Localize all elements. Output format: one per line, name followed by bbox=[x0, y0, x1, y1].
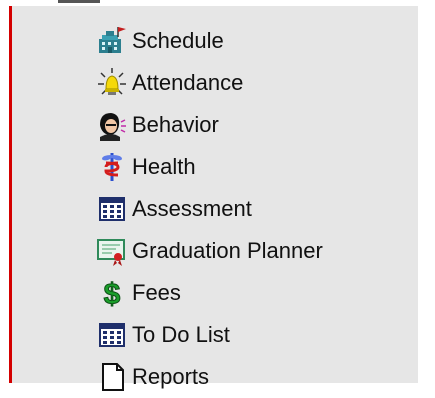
attendance-icon bbox=[96, 67, 128, 99]
menu-item-label: Graduation Planner bbox=[132, 238, 323, 263]
top-tab-edge bbox=[58, 0, 100, 3]
schedule-icon bbox=[96, 25, 128, 57]
health-icon bbox=[96, 151, 128, 183]
menu-item-label: Assessment bbox=[132, 196, 252, 221]
assessment-icon bbox=[96, 193, 128, 225]
graduation-planner-icon bbox=[96, 235, 128, 267]
menu-item-to-do-list[interactable]: To Do List bbox=[96, 314, 323, 356]
menu-item-label: Health bbox=[132, 154, 196, 179]
navigation-panel: Schedule Attendance Behavior Health Asse… bbox=[0, 0, 435, 391]
menu-background: Schedule Attendance Behavior Health Asse… bbox=[12, 6, 418, 391]
reports-icon bbox=[96, 361, 128, 393]
svg-text:$: $ bbox=[104, 278, 121, 309]
menu-item-label: To Do List bbox=[132, 322, 230, 347]
menu-item-fees[interactable]: $ Fees bbox=[96, 272, 323, 314]
menu-item-label: Fees bbox=[132, 280, 181, 305]
menu-item-schedule[interactable]: Schedule bbox=[96, 20, 323, 62]
side-menu: Schedule Attendance Behavior Health Asse… bbox=[96, 20, 323, 398]
menu-item-attendance[interactable]: Attendance bbox=[96, 62, 323, 104]
fees-icon: $ bbox=[96, 277, 128, 310]
behavior-icon bbox=[96, 109, 128, 141]
menu-item-label: Schedule bbox=[132, 28, 224, 53]
menu-item-label: Behavior bbox=[132, 112, 219, 137]
menu-item-assessment[interactable]: Assessment bbox=[96, 188, 323, 230]
menu-item-label: Reports bbox=[132, 364, 210, 389]
to-do-list-icon bbox=[96, 319, 128, 351]
menu-item-health[interactable]: Health bbox=[96, 146, 323, 188]
menu-item-behavior[interactable]: Behavior bbox=[96, 104, 323, 146]
menu-item-label: Attendance bbox=[132, 70, 244, 95]
menu-item-graduation-planner[interactable]: Graduation Planner bbox=[96, 230, 323, 272]
menu-item-reports[interactable]: Reports bbox=[96, 356, 323, 398]
